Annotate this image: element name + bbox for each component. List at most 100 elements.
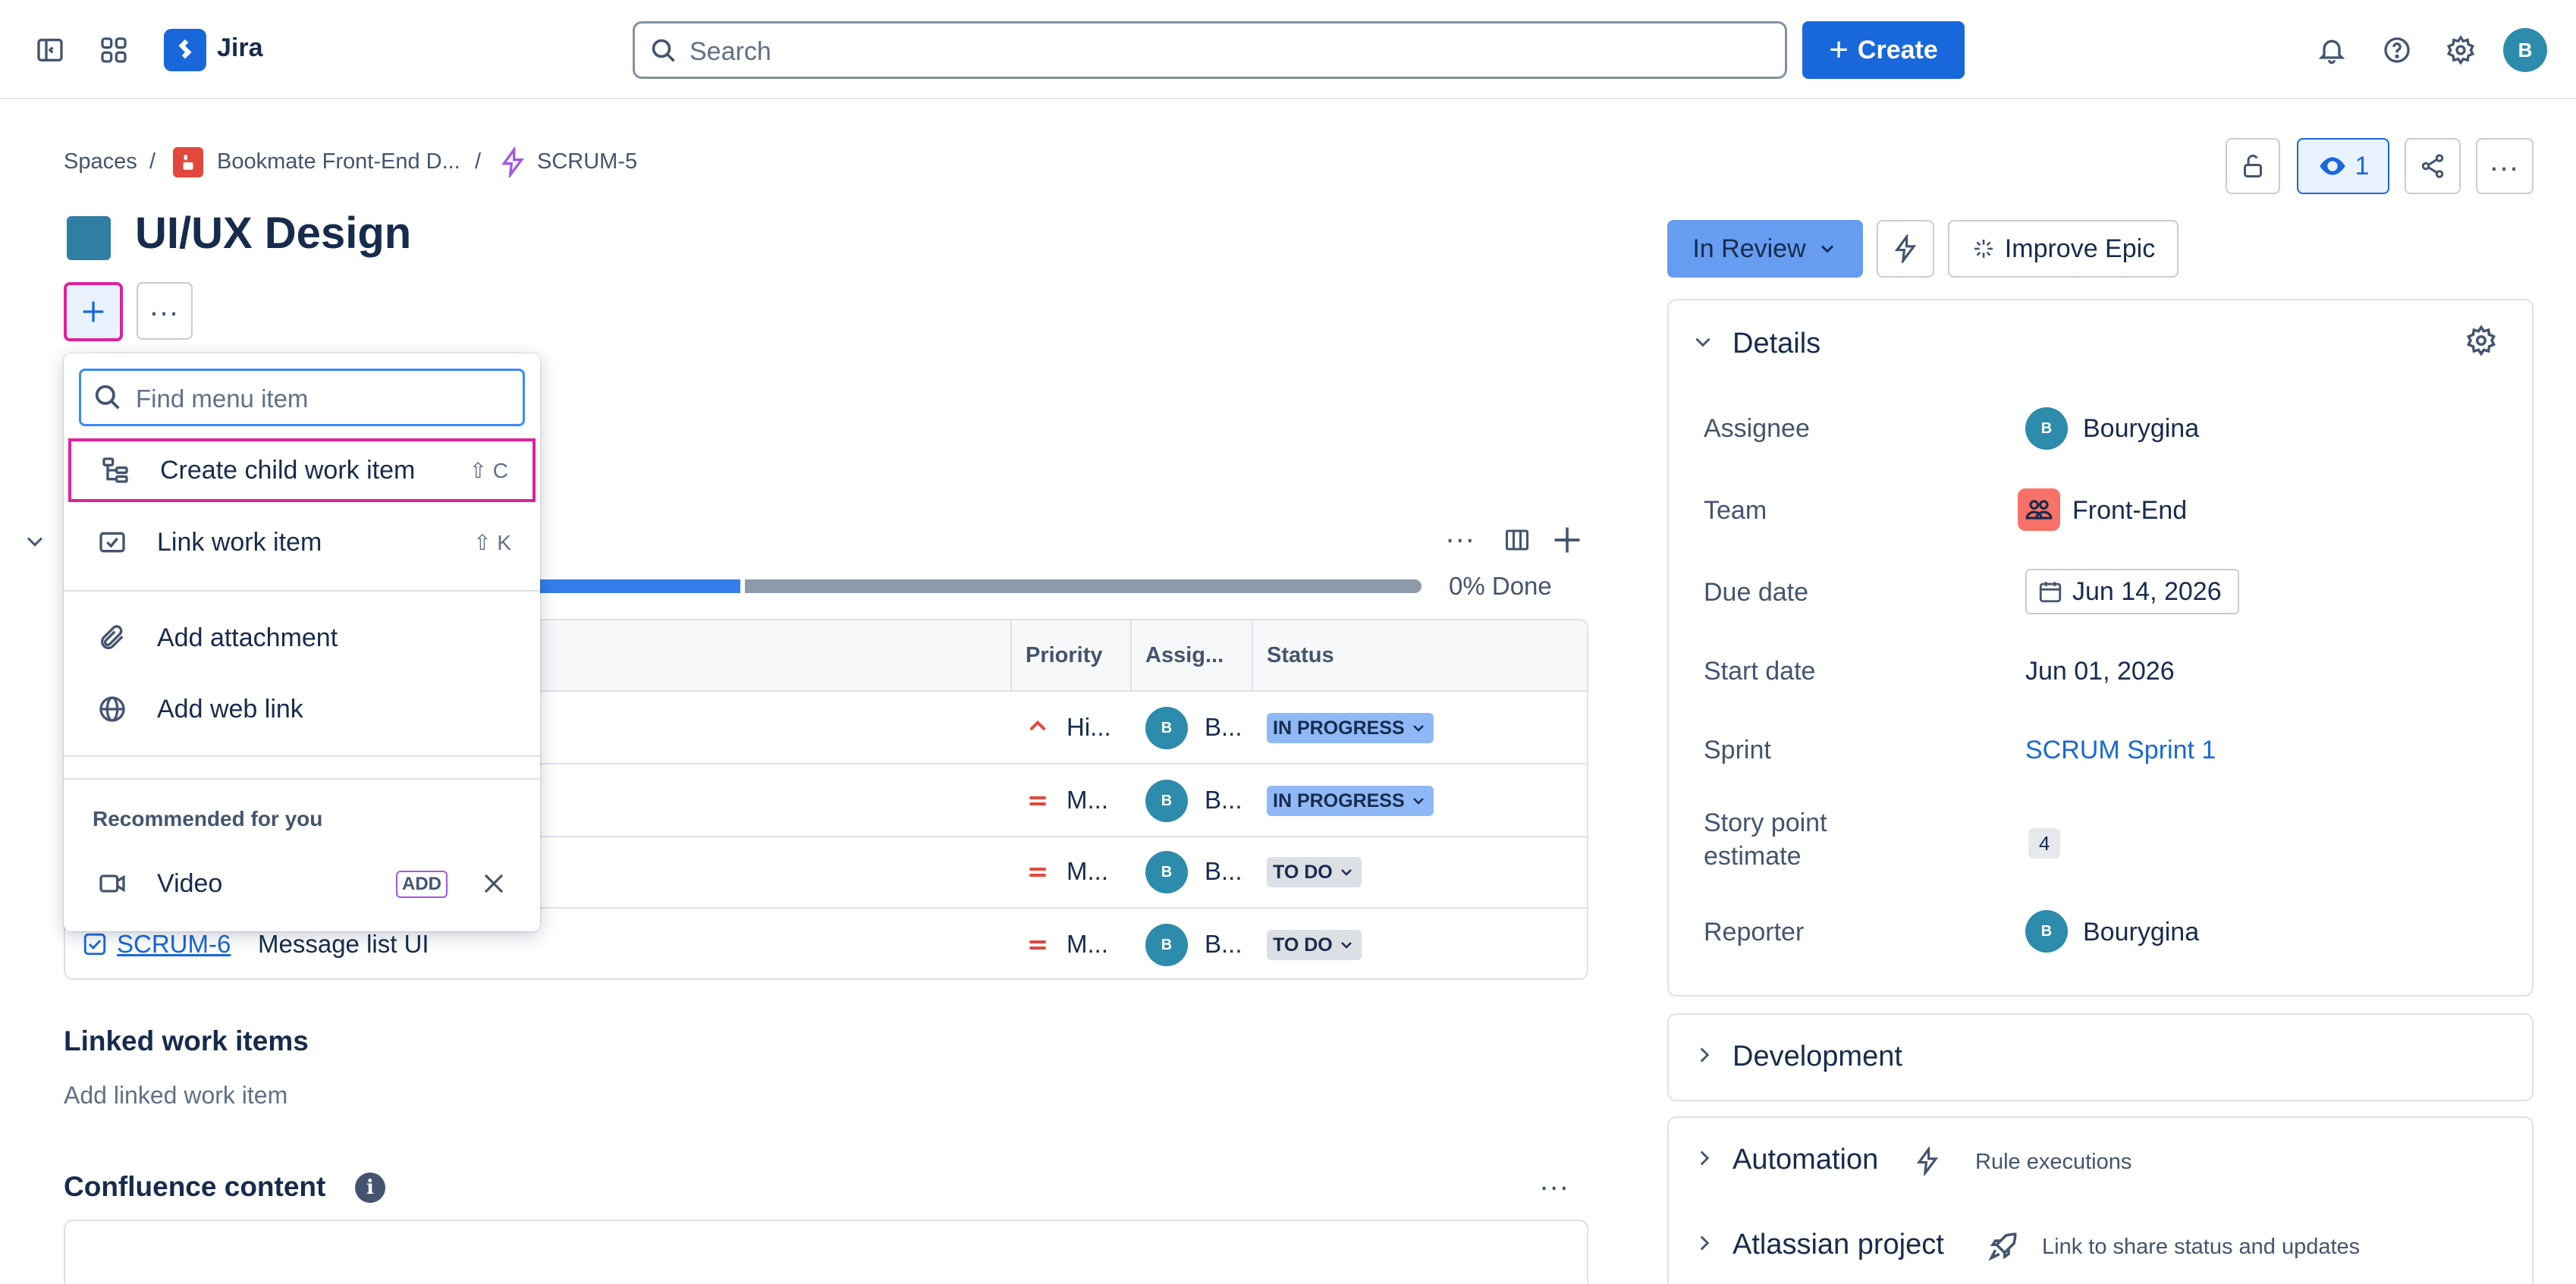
status-dropdown-button[interactable]: In Review <box>1667 220 1863 278</box>
menu-item-create-child[interactable]: Create child work item ⇧ C <box>68 438 536 502</box>
add-linked-work-item-link[interactable]: Add linked work item <box>64 1082 287 1110</box>
sprint-label: Sprint <box>1704 736 1771 764</box>
video-icon <box>97 868 127 899</box>
globe-icon <box>97 694 127 724</box>
priority-text: M... <box>1067 930 1108 958</box>
atlassian-project-subtitle: Link to share status and updates <box>2042 1235 2361 1259</box>
help-icon[interactable] <box>2374 27 2420 73</box>
top-navigation-bar: Jira Search + Create B <box>0 0 2576 99</box>
menu-item-add-attachment[interactable]: Add attachment <box>64 605 540 670</box>
start-date-value[interactable]: Jun 01, 2026 <box>2025 657 2175 686</box>
atlassian-project-expand-chevron-icon[interactable] <box>1692 1230 1717 1256</box>
add-button[interactable] <box>64 282 123 341</box>
due-date-field[interactable]: Jun 14, 2026 <box>2025 569 2239 614</box>
development-expand-chevron-icon[interactable] <box>1692 1042 1717 1068</box>
search-icon <box>650 37 677 64</box>
details-settings-gear-icon[interactable] <box>2465 325 2497 356</box>
search-input[interactable]: Search <box>633 21 1787 79</box>
more-actions-button[interactable]: ... <box>2476 138 2534 194</box>
linked-work-items-heading: Linked work items <box>64 1025 309 1056</box>
jira-logo-icon[interactable] <box>164 29 206 71</box>
search-placeholder: Search <box>690 37 771 66</box>
menu-divider <box>64 590 540 592</box>
restrictions-lock-button[interactable] <box>2226 138 2280 194</box>
priority-text: Hi... <box>1067 713 1111 741</box>
link-item-icon <box>97 527 127 557</box>
status-lozenge[interactable]: TO DO <box>1267 930 1362 960</box>
status-text: TO DO <box>1273 861 1333 883</box>
breadcrumb-separator: / <box>149 149 156 174</box>
improve-epic-button[interactable]: Improve Epic <box>1948 220 2179 278</box>
assignee-avatar: B <box>1145 924 1188 966</box>
automation-lightning-button[interactable] <box>1877 220 1934 278</box>
notifications-bell-icon[interactable] <box>2309 27 2355 73</box>
breadcrumb-spaces[interactable]: Spaces <box>64 149 137 174</box>
sprint-link[interactable]: SCRUM Sprint 1 <box>2025 736 2216 765</box>
watch-button[interactable]: 1 <box>2297 138 2389 194</box>
menu-item-add-web-link[interactable]: Add web link <box>64 677 540 742</box>
title-more-button[interactable]: ... <box>137 282 193 340</box>
sidebar-toggle-icon[interactable] <box>27 27 73 73</box>
column-header-assignee[interactable]: Assig... <box>1145 643 1224 668</box>
menu-item-label: Video <box>157 868 223 898</box>
settings-gear-icon[interactable] <box>2438 27 2483 73</box>
work-item-key-link[interactable]: SCRUM-6 <box>117 930 231 959</box>
team-value[interactable]: Front-End <box>2072 496 2187 526</box>
column-separator <box>1010 620 1012 692</box>
info-icon[interactable]: i <box>355 1173 385 1203</box>
share-icon <box>2421 154 2444 178</box>
breadcrumb-separator: / <box>475 149 482 174</box>
reporter-value[interactable]: Bourygina <box>2083 918 2199 947</box>
menu-divider <box>64 755 540 757</box>
improve-epic-label: Improve Epic <box>2004 234 2156 263</box>
details-heading[interactable]: Details <box>1733 328 1820 360</box>
lightning-icon <box>1894 234 1917 263</box>
start-date-label: Start date <box>1704 657 1816 686</box>
atlassian-project-heading[interactable]: Atlassian project <box>1733 1229 1944 1261</box>
epic-color-square <box>67 216 111 260</box>
app-switcher-icon[interactable] <box>91 27 137 73</box>
automation-expand-chevron-icon[interactable] <box>1692 1145 1717 1171</box>
automation-heading[interactable]: Automation <box>1733 1144 1878 1176</box>
chevron-down-icon <box>1340 942 1352 949</box>
status-lozenge[interactable]: IN PROGRESS <box>1267 713 1434 743</box>
calendar-icon <box>2039 582 2062 603</box>
add-child-plus-icon[interactable] <box>1550 523 1584 557</box>
child-items-more-icon[interactable]: ... <box>1446 517 1475 548</box>
user-avatar[interactable]: B <box>2503 28 2547 72</box>
menu-item-link-work-item[interactable]: Link work item ⇧ K <box>64 510 540 575</box>
column-header-priority[interactable]: Priority <box>1026 643 1103 668</box>
column-header-status[interactable]: Status <box>1267 643 1334 668</box>
collapse-chevron-icon[interactable] <box>21 528 49 555</box>
status-lozenge[interactable]: TO DO <box>1267 857 1362 887</box>
menu-item-label: Add attachment <box>157 623 338 652</box>
status-lozenge[interactable]: IN PROGRESS <box>1267 786 1434 816</box>
details-collapse-chevron-icon[interactable] <box>1690 329 1716 355</box>
child-item-icon <box>100 455 130 485</box>
dismiss-close-icon[interactable] <box>479 869 508 898</box>
reporter-avatar: B <box>2025 910 2068 953</box>
create-button[interactable]: + Create <box>1802 21 1965 79</box>
share-button[interactable] <box>2405 138 2461 194</box>
assignee-text: B... <box>1205 713 1242 741</box>
confluence-more-icon[interactable]: ... <box>1540 1165 1569 1195</box>
columns-icon[interactable] <box>1503 525 1531 555</box>
story-point-badge[interactable]: 4 <box>2028 828 2061 859</box>
app-name[interactable]: Jira <box>217 33 263 63</box>
development-heading[interactable]: Development <box>1733 1041 1902 1073</box>
recommended-heading: Recommended for you <box>93 807 323 830</box>
confluence-content-box <box>64 1220 1588 1284</box>
work-item-summary[interactable]: Message list UI <box>258 930 429 959</box>
chevron-down-icon <box>1820 245 1833 253</box>
add-badge[interactable]: ADD <box>396 871 448 898</box>
assignee-avatar: B <box>1145 707 1188 749</box>
shortcut-hint: ⇧ K <box>473 530 511 554</box>
assignee-value[interactable]: Bourygina <box>2083 414 2199 444</box>
menu-item-video[interactable]: Video ADD <box>64 851 540 916</box>
page-title[interactable]: UI/UX Design <box>135 208 411 259</box>
priority-high-icon <box>1026 714 1050 739</box>
find-menu-item-input[interactable]: Find menu item <box>79 369 525 426</box>
breadcrumb-project[interactable]: Bookmate Front-End D... <box>217 149 460 174</box>
breadcrumb-issue-key[interactable]: SCRUM-5 <box>537 149 637 174</box>
paperclip-icon <box>97 623 127 653</box>
